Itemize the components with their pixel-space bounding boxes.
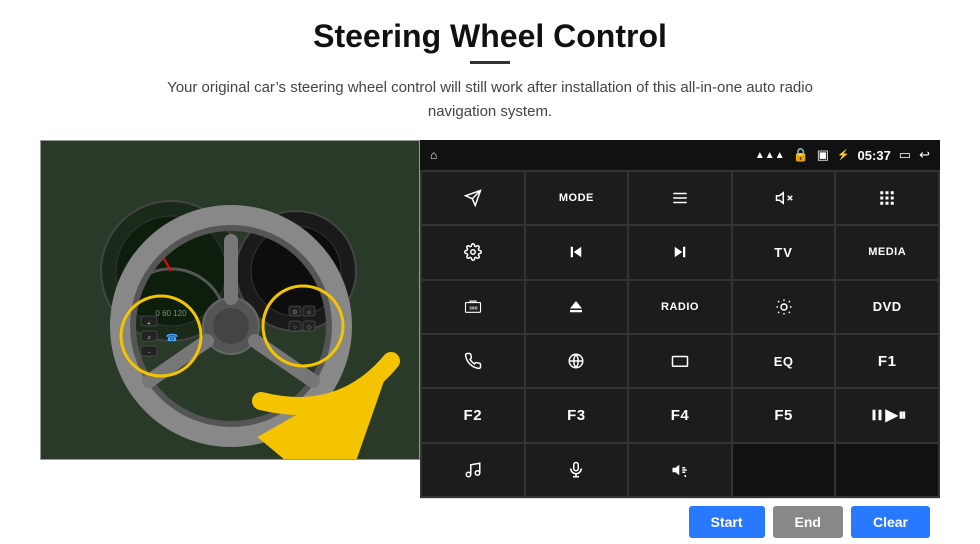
page-container: Steering Wheel Control Your original car… (0, 0, 980, 544)
back-icon: ↩ (919, 147, 930, 163)
svg-text:♫: ♫ (147, 335, 151, 341)
btn-brightness[interactable] (733, 281, 835, 333)
end-button[interactable]: End (773, 506, 843, 538)
svg-text:⊙: ⊙ (292, 310, 297, 316)
page-subtitle: Your original car’s steering wheel contr… (140, 76, 840, 124)
btn-settings[interactable] (422, 226, 524, 278)
svg-text:☼: ☼ (306, 310, 312, 316)
title-divider (470, 61, 510, 64)
svg-text:☎: ☎ (166, 333, 178, 344)
svg-text:◇: ◇ (307, 325, 312, 331)
status-bar: ⌂ ▲▲▲ 🔒 ▣ ⚡ 05:37 ▭ ↩ (420, 140, 940, 170)
btn-next[interactable] (629, 226, 731, 278)
btn-mic[interactable] (526, 444, 628, 496)
btn-send[interactable] (422, 172, 524, 224)
btn-f2[interactable]: F2 (422, 389, 524, 441)
btn-eject[interactable] (526, 281, 628, 333)
btn-radio[interactable]: RADIO (629, 281, 731, 333)
steering-wheel-image: 0 60 120 (40, 140, 420, 460)
clear-button[interactable]: Clear (851, 506, 930, 538)
btn-empty-1 (733, 444, 835, 496)
status-bar-right: ▲▲▲ 🔒 ▣ ⚡ 05:37 ▭ ↩ (755, 147, 930, 163)
svg-text:360: 360 (469, 305, 478, 310)
btn-360[interactable]: 360 (422, 281, 524, 333)
content-row: 0 60 120 (40, 140, 940, 544)
bt-icon: ⚡ (837, 150, 849, 161)
screen-icon: ▭ (899, 147, 911, 163)
btn-f1[interactable]: F1 (836, 335, 938, 387)
lock-icon: 🔒 (793, 147, 809, 163)
btn-music[interactable] (422, 444, 524, 496)
btn-eq[interactable]: EQ (733, 335, 835, 387)
btn-vol-phone[interactable] (629, 444, 731, 496)
svg-text:○: ○ (293, 325, 297, 331)
btn-f5[interactable]: F5 (733, 389, 835, 441)
status-bar-left: ⌂ (430, 148, 437, 162)
btn-mute[interactable] (733, 172, 835, 224)
start-button[interactable]: Start (689, 506, 765, 538)
btn-mode[interactable]: MODE (526, 172, 628, 224)
control-panel: ⌂ ▲▲▲ 🔒 ▣ ⚡ 05:37 ▭ ↩ MODE (420, 140, 940, 544)
steering-wheel-bg: 0 60 120 (41, 141, 419, 459)
btn-phone[interactable] (422, 335, 524, 387)
btn-browse[interactable] (526, 335, 628, 387)
time-display: 05:37 (858, 148, 891, 163)
sim-icon: ▣ (817, 147, 829, 163)
btn-apps[interactable] (836, 172, 938, 224)
btn-f3[interactable]: F3 (526, 389, 628, 441)
btn-screen-small[interactable] (629, 335, 731, 387)
home-icon[interactable]: ⌂ (430, 148, 437, 162)
btn-play-pause[interactable]: ▶⏸ (836, 389, 938, 441)
steering-wheel-svg: 0 60 120 (41, 141, 420, 460)
buttons-grid: MODE (420, 170, 940, 498)
svg-text:0 60 120: 0 60 120 (155, 309, 187, 318)
btn-tv[interactable]: TV (733, 226, 835, 278)
wifi-icon: ▲▲▲ (755, 150, 785, 161)
btn-dvd[interactable]: DVD (836, 281, 938, 333)
btn-prev[interactable] (526, 226, 628, 278)
svg-text:+: + (148, 321, 151, 327)
bottom-bar: Start End Clear (420, 498, 940, 544)
btn-empty-2 (836, 444, 938, 496)
page-title: Steering Wheel Control (313, 18, 667, 55)
btn-list[interactable] (629, 172, 731, 224)
btn-f4[interactable]: F4 (629, 389, 731, 441)
btn-media[interactable]: MEDIA (836, 226, 938, 278)
